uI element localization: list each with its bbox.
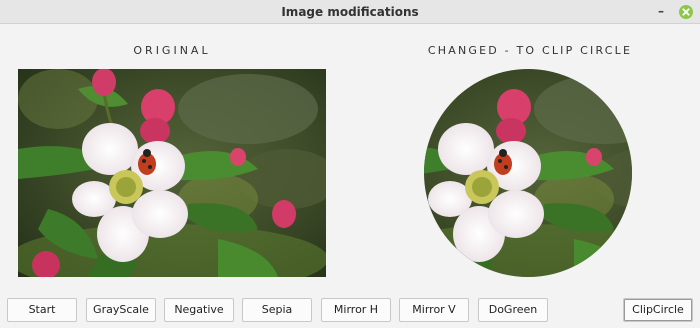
clipcircle-button[interactable]: ClipCircle <box>623 298 693 322</box>
changed-label: CHANGED - TO CLIP CIRCLE <box>427 44 633 57</box>
mirror-v-button[interactable]: Mirror V <box>399 298 469 322</box>
negative-button[interactable]: Negative <box>164 298 234 322</box>
clip-circle-image <box>424 69 632 277</box>
mirror-h-button[interactable]: Mirror H <box>321 298 391 322</box>
dogreen-button[interactable]: DoGreen <box>478 298 548 322</box>
title-bar: Image modifications – <box>0 0 700 24</box>
sepia-button[interactable]: Sepia <box>242 298 312 322</box>
close-icon[interactable] <box>679 5 693 19</box>
minimize-icon[interactable]: – <box>654 4 668 20</box>
app-window: Image modifications – ORIGINAL CHANGED -… <box>0 0 700 328</box>
original-image <box>18 69 326 277</box>
original-label: ORIGINAL <box>133 44 211 57</box>
grayscale-button[interactable]: GrayScale <box>86 298 156 322</box>
start-button[interactable]: Start <box>7 298 77 322</box>
window-title: Image modifications <box>281 5 419 19</box>
